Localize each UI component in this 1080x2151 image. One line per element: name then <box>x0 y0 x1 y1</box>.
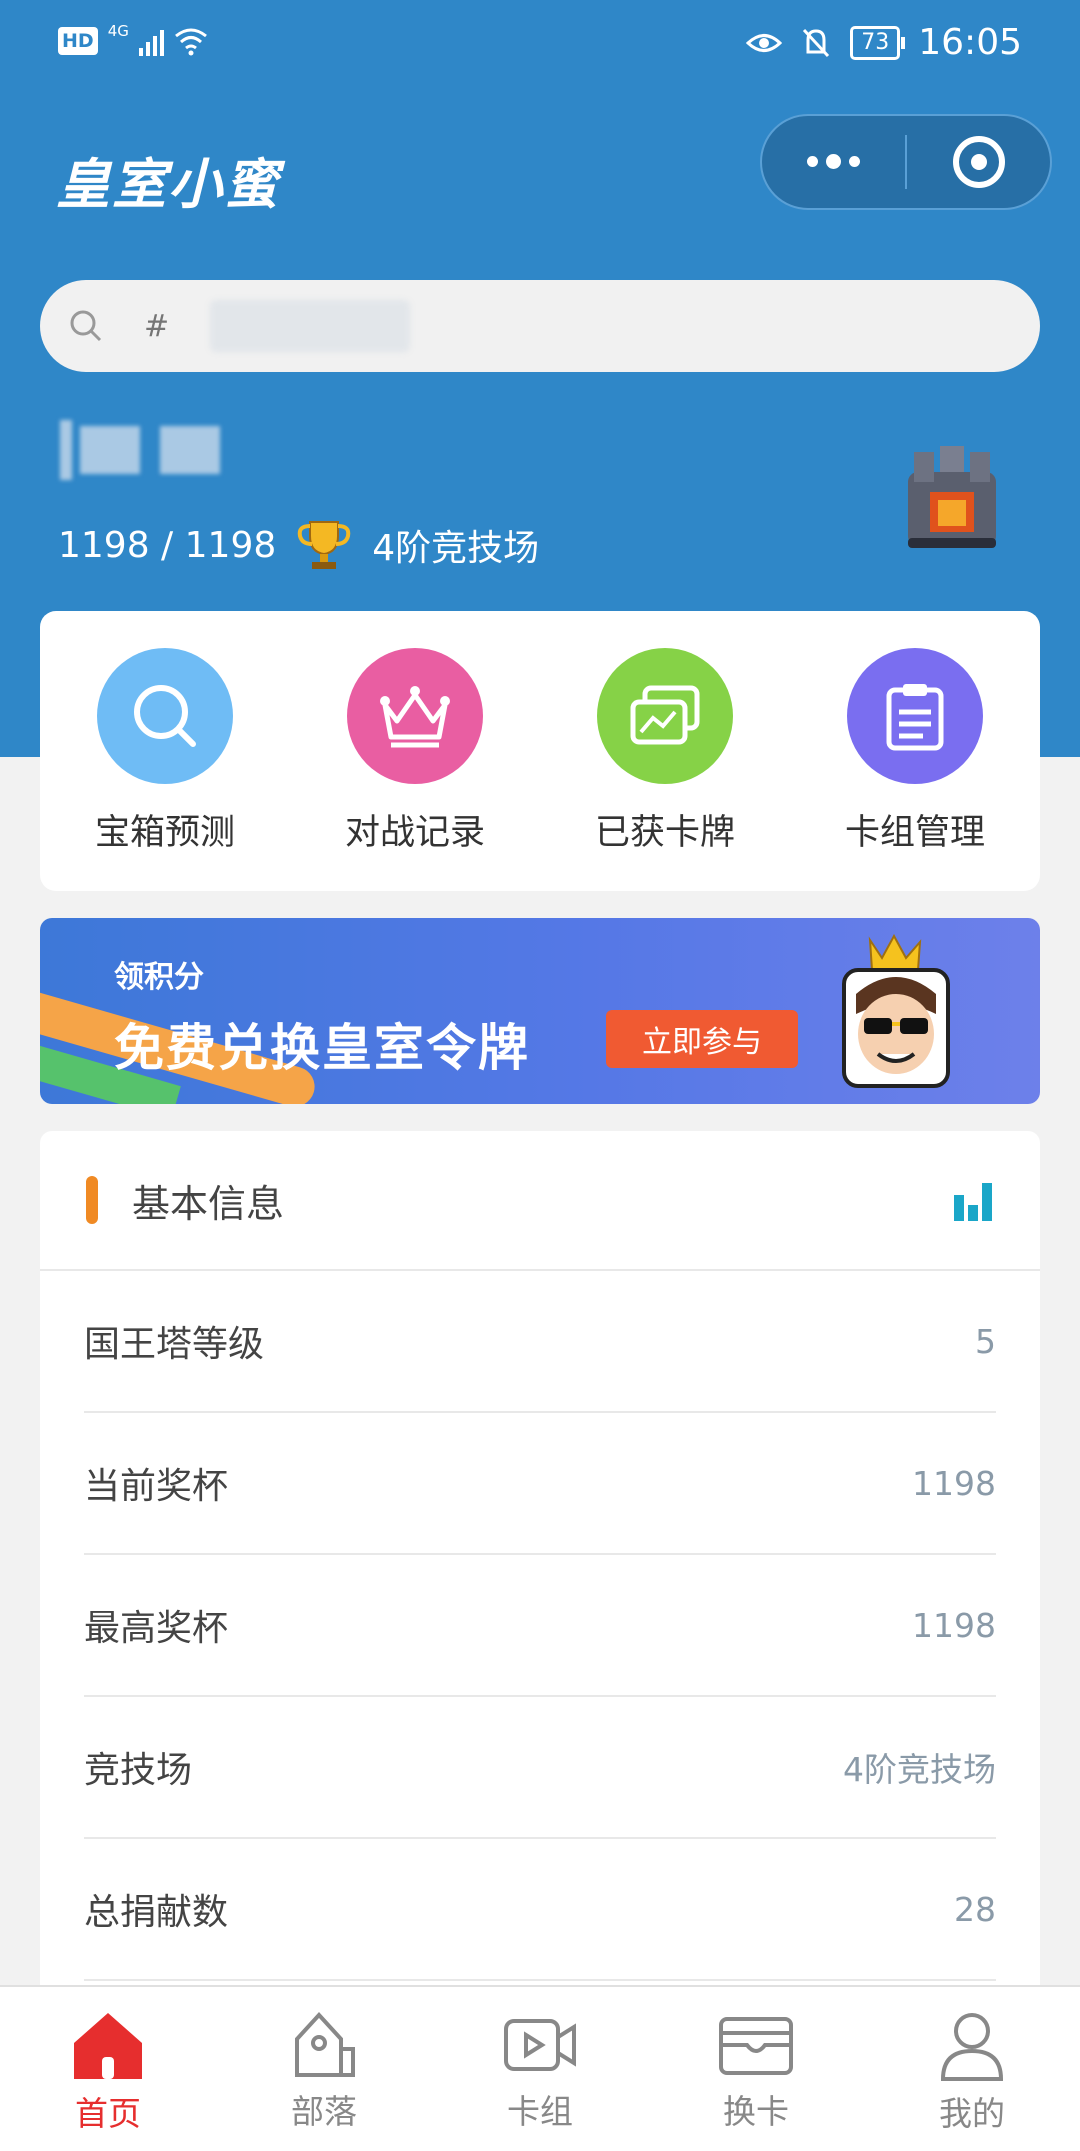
search-icon <box>70 310 102 342</box>
cards-icon <box>597 648 733 784</box>
more-options-icon[interactable] <box>762 153 905 169</box>
mute-bell-icon <box>803 28 830 57</box>
hd-badge: HD <box>58 27 98 55</box>
tab-deck[interactable]: 卡组 <box>432 1987 648 2151</box>
signal-icon <box>138 26 164 56</box>
info-row-donations: 总捐献数 28 <box>84 1839 996 1981</box>
feature-collected-cards[interactable]: 已获卡牌 <box>565 648 765 891</box>
clock: 16:05 <box>918 22 1022 63</box>
feature-chest-prediction[interactable]: 宝箱预测 <box>65 648 265 891</box>
tab-label: 部落 <box>291 2092 357 2131</box>
row-value: 5 <box>975 1321 996 1361</box>
arena-name: 4阶竞技场 <box>372 528 540 569</box>
info-row-current-trophies: 当前奖杯 1198 <box>84 1413 996 1555</box>
row-label: 最高奖杯 <box>84 1608 229 1649</box>
bar-chart-icon[interactable] <box>954 1183 994 1221</box>
row-value: 28 <box>954 1889 996 1929</box>
row-value: 4阶竞技场 <box>843 1750 996 1789</box>
player-name-redacted <box>60 420 260 480</box>
feature-deck-management[interactable]: 卡组管理 <box>815 648 1015 891</box>
banner-title: 免费兑换皇室令牌 <box>114 1019 530 1077</box>
tab-label: 我的 <box>939 2094 1005 2133</box>
trophy-count: 1198 / 1198 <box>58 524 277 566</box>
home-icon <box>74 2013 142 2079</box>
row-label: 当前奖杯 <box>84 1466 229 1507</box>
redacted-text <box>210 300 410 352</box>
tab-mine[interactable]: 我的 <box>864 1987 1080 2151</box>
feature-label: 已获卡牌 <box>594 813 735 853</box>
row-value: 1198 <box>912 1605 996 1645</box>
bottom-tab-bar: 首页 部落 卡组 换卡 我的 <box>0 1985 1080 2151</box>
user-icon <box>940 2013 1004 2081</box>
video-icon <box>504 2019 576 2071</box>
tag-icon <box>295 2012 355 2077</box>
section-title: 基本信息 <box>132 1181 285 1226</box>
banner-subtitle: 领积分 <box>114 960 204 995</box>
promo-banner[interactable]: 领积分 免费兑换皇室令牌 立即参与 <box>40 918 1040 1104</box>
join-now-button[interactable]: 立即参与 <box>606 1010 798 1068</box>
feature-battle-log[interactable]: 对战记录 <box>315 648 515 891</box>
feature-label: 宝箱预测 <box>94 813 235 853</box>
eye-icon <box>746 33 783 52</box>
arena-castle-icon <box>908 446 996 548</box>
wallet-icon <box>719 2017 793 2075</box>
tab-clan[interactable]: 部落 <box>216 1987 432 2151</box>
info-row-king-tower: 国王塔等级 5 <box>84 1271 996 1413</box>
feature-label: 对战记录 <box>344 813 485 853</box>
tab-home[interactable]: 首页 <box>0 1987 216 2151</box>
row-label: 竞技场 <box>84 1750 193 1791</box>
tab-label: 首页 <box>75 2094 141 2133</box>
trophy-row: 1198 / 1198 4阶竞技场 <box>58 518 539 572</box>
crown-icon <box>347 648 483 784</box>
king-mascot-icon <box>842 934 950 1088</box>
info-row-arena: 竞技场 4阶竞技场 <box>84 1697 996 1839</box>
feature-card: 宝箱预测 对战记录 已获卡牌 卡组管理 <box>40 611 1040 891</box>
search-bar[interactable] <box>40 280 1040 372</box>
tab-label: 卡组 <box>507 2092 573 2131</box>
feature-label: 卡组管理 <box>844 813 985 853</box>
basic-info-card: 基本信息 国王塔等级 5 当前奖杯 1198 最高奖杯 1198 竞技场 4阶竞… <box>40 1131 1040 2021</box>
app-title: 皇室小蜜 <box>56 153 280 216</box>
row-value: 1198 <box>912 1463 996 1503</box>
section-accent <box>86 1176 98 1224</box>
row-label: 总捐献数 <box>84 1892 229 1933</box>
battery-icon: 73 <box>850 25 906 60</box>
search-icon <box>97 648 233 784</box>
close-miniapp-button[interactable] <box>907 136 1050 188</box>
clipboard-icon <box>847 648 983 784</box>
wifi-icon <box>174 28 207 56</box>
status-bar: HD 4G 73 16:05 <box>58 22 1022 72</box>
miniapp-capsule <box>760 114 1052 210</box>
network-type: 4G <box>107 22 129 40</box>
tab-label: 换卡 <box>723 2092 789 2131</box>
info-header: 基本信息 <box>40 1131 1040 1271</box>
info-row-best-trophies: 最高奖杯 1198 <box>84 1555 996 1697</box>
tab-trade[interactable]: 换卡 <box>648 1987 864 2151</box>
trophy-icon <box>297 521 351 569</box>
target-icon <box>952 136 1005 188</box>
row-label: 国王塔等级 <box>84 1324 265 1365</box>
